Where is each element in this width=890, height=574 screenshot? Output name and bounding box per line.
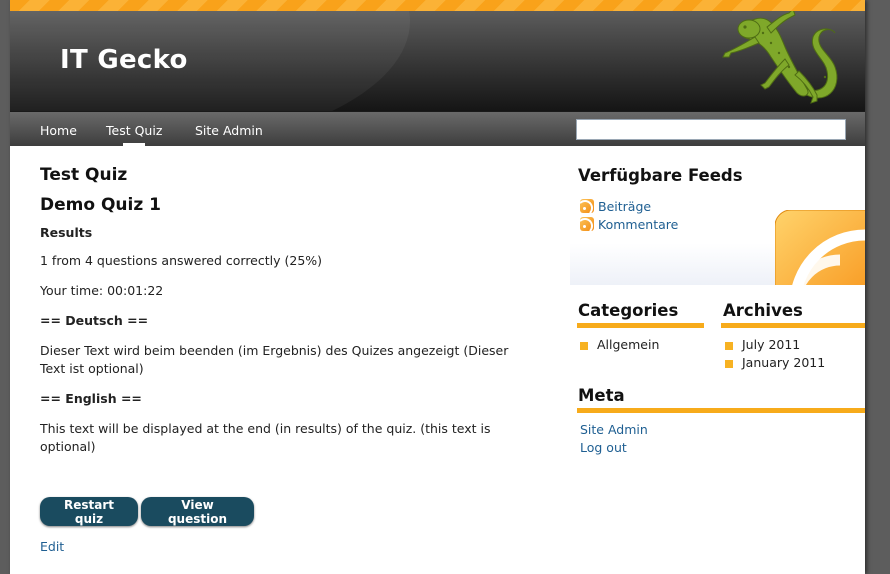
gecko-logo-icon xyxy=(722,11,838,104)
top-stripe xyxy=(10,0,865,11)
quiz-title: Demo Quiz 1 xyxy=(40,195,161,215)
rss-icon xyxy=(580,217,594,231)
english-heading: == English == xyxy=(40,391,142,406)
category-label[interactable]: Allgemein xyxy=(597,337,659,352)
feeds-heading: Verfügbare Feeds xyxy=(578,166,743,185)
bullet-icon xyxy=(725,342,733,350)
archive-item[interactable]: July 2011 xyxy=(725,337,800,352)
restart-quiz-button[interactable]: Restart quiz xyxy=(40,497,138,526)
archive-label[interactable]: January 2011 xyxy=(742,355,825,370)
category-item[interactable]: Allgemein xyxy=(580,337,659,352)
feed-item-beitraege[interactable]: Beiträge xyxy=(580,199,651,214)
deutsch-heading: == Deutsch == xyxy=(40,313,149,328)
meta-link-site-admin[interactable]: Site Admin xyxy=(580,422,648,437)
bullet-icon xyxy=(725,360,733,368)
meta-link-log-out[interactable]: Log out xyxy=(580,440,627,455)
meta-underline xyxy=(577,408,865,413)
page: IT Gecko Home Test Quiz Site Admin Test … xyxy=(10,0,865,574)
main-nav: Home Test Quiz Site Admin xyxy=(10,111,865,147)
results-heading: Results xyxy=(40,225,93,240)
archives-heading: Archives xyxy=(723,301,803,320)
feed-link-kommentare[interactable]: Kommentare xyxy=(598,217,678,232)
nav-item-site-admin[interactable]: Site Admin xyxy=(195,123,263,138)
feed-link-beitraege[interactable]: Beiträge xyxy=(598,199,651,214)
time-text: Your time: 00:01:22 xyxy=(40,283,164,298)
site-title[interactable]: IT Gecko xyxy=(60,45,188,75)
english-text: This text will be displayed at the end (… xyxy=(40,421,491,454)
nav-item-home[interactable]: Home xyxy=(40,123,77,138)
feed-item-kommentare[interactable]: Kommentare xyxy=(580,217,678,232)
nav-item-test-quiz[interactable]: Test Quiz xyxy=(106,123,162,147)
site-header: IT Gecko xyxy=(10,11,865,111)
edit-link[interactable]: Edit xyxy=(40,539,64,554)
score-text: 1 from 4 questions answered correctly (2… xyxy=(40,253,323,268)
rss-large-icon xyxy=(775,210,865,285)
categories-underline xyxy=(577,323,704,328)
archives-underline xyxy=(721,323,865,328)
archive-label[interactable]: July 2011 xyxy=(742,337,800,352)
search-input[interactable] xyxy=(576,119,846,140)
bullet-icon xyxy=(580,342,588,350)
categories-heading: Categories xyxy=(578,301,679,320)
view-question-button[interactable]: View question xyxy=(141,497,254,526)
meta-heading: Meta xyxy=(578,386,625,405)
rss-icon xyxy=(580,199,594,213)
archive-item[interactable]: January 2011 xyxy=(725,355,825,370)
deutsch-text: Dieser Text wird beim beenden (im Ergebn… xyxy=(40,343,509,376)
page-title: Test Quiz xyxy=(40,165,128,185)
